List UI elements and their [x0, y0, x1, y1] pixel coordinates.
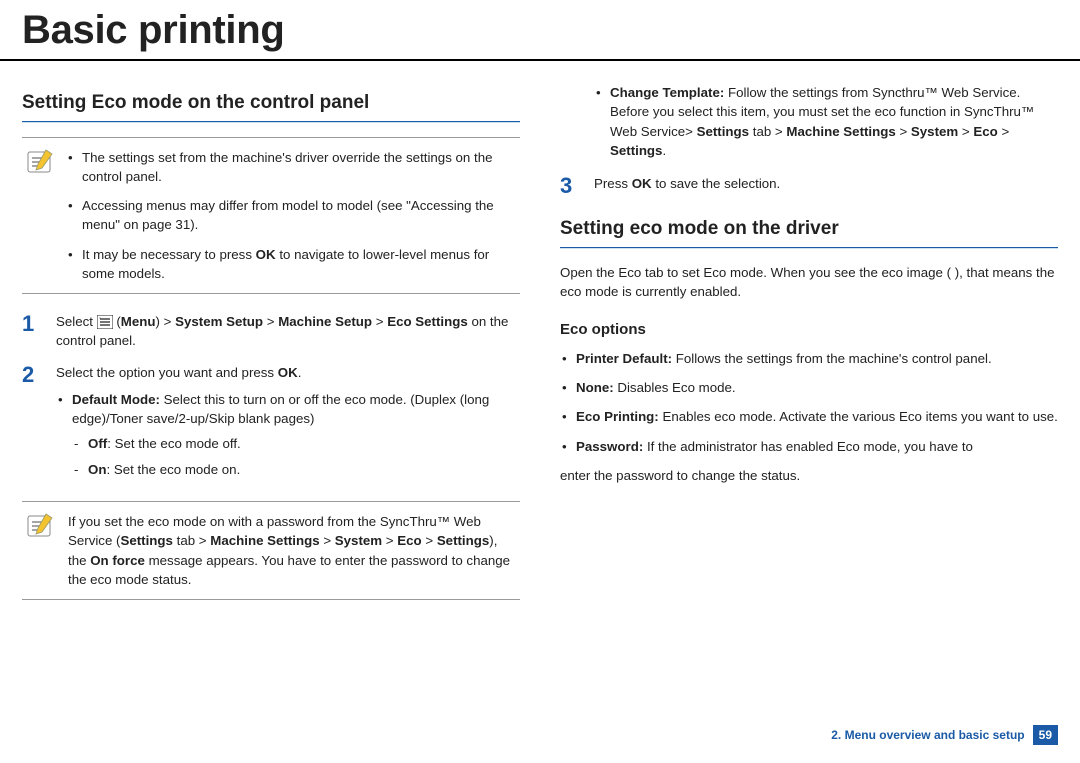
gt8: > [998, 124, 1009, 139]
footer-page-number: 59 [1033, 725, 1058, 745]
page-title: Basic printing [0, 0, 1080, 59]
gt1: > [263, 314, 278, 329]
step2-default-mode: Default Mode: Select this to turn on or … [56, 390, 520, 479]
driver-intro: Open the Eco tab to set Eco mode. When y… [560, 263, 1058, 302]
step-2: 2 Select the option you want and press O… [22, 363, 520, 487]
note2-text: If you set the eco mode on with a passwo… [68, 512, 514, 589]
note2-path-0: Machine Settings [210, 533, 319, 548]
password-trailing: enter the password to change the status. [560, 466, 1058, 485]
eco-printing-label: Eco Printing: [576, 409, 659, 424]
step-number-1: 1 [22, 312, 56, 351]
step2-ok: OK [278, 365, 298, 380]
step1-path-2: Eco Settings [387, 314, 468, 329]
step1-path-1: Machine Setup [278, 314, 372, 329]
section-divider [22, 121, 520, 123]
note2-path-3: Settings [437, 533, 489, 548]
opt-password: Password: If the administrator has enabl… [560, 437, 1058, 456]
note1-item-3: It may be necessary to press OK to navig… [68, 245, 514, 284]
step-1: 1 Select (Menu) > System Setup > Machine… [22, 312, 520, 351]
step1-path-0: System Setup [175, 314, 263, 329]
none-text: Disables Eco mode. [614, 380, 736, 395]
gt5: > [422, 533, 437, 548]
step1-menu-label: Menu [121, 314, 156, 329]
on-text: : Set the eco mode on. [106, 462, 240, 477]
off-label: Off [88, 436, 107, 451]
opt-none: None: Disables Eco mode. [560, 378, 1058, 397]
printer-default-text: Follows the settings from the machine's … [672, 351, 992, 366]
note-box-1: The settings set from the machine's driv… [22, 137, 520, 295]
section-heading-control-panel: Setting Eco mode on the control panel [22, 89, 520, 117]
note-icon [26, 512, 56, 540]
section-divider [560, 247, 1058, 249]
ct-tab: tab > [749, 124, 786, 139]
default-mode-label: Default Mode: [72, 392, 160, 407]
gt6: > [896, 124, 911, 139]
step2-off: Off: Set the eco mode off. [72, 434, 520, 453]
step2-continuation: Change Template: Follow the settings fro… [560, 83, 1058, 160]
step2-lead-pre: Select the option you want and press [56, 365, 278, 380]
step3-pre: Press [594, 176, 632, 191]
section-heading-driver: Setting eco mode on the driver [560, 215, 1058, 243]
ct-path-2: Eco [973, 124, 997, 139]
right-column: Change Template: Follow the settings fro… [560, 83, 1058, 618]
note2-settings: Settings [120, 533, 172, 548]
ct-period: . [662, 143, 666, 158]
menu-icon [97, 315, 113, 329]
step-number-2: 2 [22, 363, 56, 487]
gt2: > [372, 314, 387, 329]
step-3: 3 Press OK to save the selection. [560, 174, 1058, 197]
step1-close-paren: ) > [156, 314, 176, 329]
step-2-body: Select the option you want and press OK.… [56, 363, 520, 487]
note1-item-3-pre: It may be necessary to press [82, 247, 256, 262]
page-footer: 2. Menu overview and basic setup 59 [831, 725, 1058, 745]
note2-path-2: Eco [397, 533, 421, 548]
step2-lead-post: . [298, 365, 302, 380]
left-column: Setting Eco mode on the control panel Th… [22, 83, 520, 618]
content-columns: Setting Eco mode on the control panel Th… [0, 83, 1080, 618]
eco-options-list: Printer Default: Follows the settings fr… [560, 349, 1058, 456]
note-icon [26, 148, 56, 176]
printer-default-label: Printer Default: [576, 351, 672, 366]
step3-ok: OK [632, 176, 652, 191]
step2-on: On: Set the eco mode on. [72, 460, 520, 479]
opt-printer-default: Printer Default: Follows the settings fr… [560, 349, 1058, 368]
eco-options-heading: Eco options [560, 319, 1058, 341]
change-template-label: Change Template: [610, 85, 724, 100]
note2-tab: tab > [173, 533, 210, 548]
step-1-body: Select (Menu) > System Setup > Machine S… [56, 312, 520, 351]
title-divider [0, 59, 1080, 61]
off-text: : Set the eco mode off. [107, 436, 241, 451]
footer-chapter: 2. Menu overview and basic setup [831, 728, 1024, 742]
step-number-3: 3 [560, 174, 594, 197]
step3-post: to save the selection. [652, 176, 781, 191]
none-label: None: [576, 380, 614, 395]
change-template-item: Change Template: Follow the settings fro… [594, 83, 1058, 160]
ct-path-3: Settings [610, 143, 662, 158]
ct-path-0: Machine Settings [786, 124, 895, 139]
note1-item-2: Accessing menus may differ from model to… [68, 196, 514, 235]
on-label: On [88, 462, 106, 477]
step1-pre: Select [56, 314, 97, 329]
note2-onforce: On force [90, 553, 145, 568]
password-label: Password: [576, 439, 643, 454]
eco-printing-text: Enables eco mode. Activate the various E… [659, 409, 1058, 424]
ct-settings: Settings [697, 124, 749, 139]
step-3-body: Press OK to save the selection. [594, 174, 1058, 197]
opt-eco-printing: Eco Printing: Enables eco mode. Activate… [560, 407, 1058, 426]
gt7: > [958, 124, 973, 139]
ok-bold: OK [256, 247, 276, 262]
ct-path-1: System [911, 124, 958, 139]
note2-path-1: System [335, 533, 382, 548]
gt3: > [320, 533, 335, 548]
note1-item-1: The settings set from the machine's driv… [68, 148, 514, 187]
note-box-2: If you set the eco mode on with a passwo… [22, 501, 520, 600]
gt4: > [382, 533, 397, 548]
password-text: If the administrator has enabled Eco mod… [643, 439, 973, 454]
